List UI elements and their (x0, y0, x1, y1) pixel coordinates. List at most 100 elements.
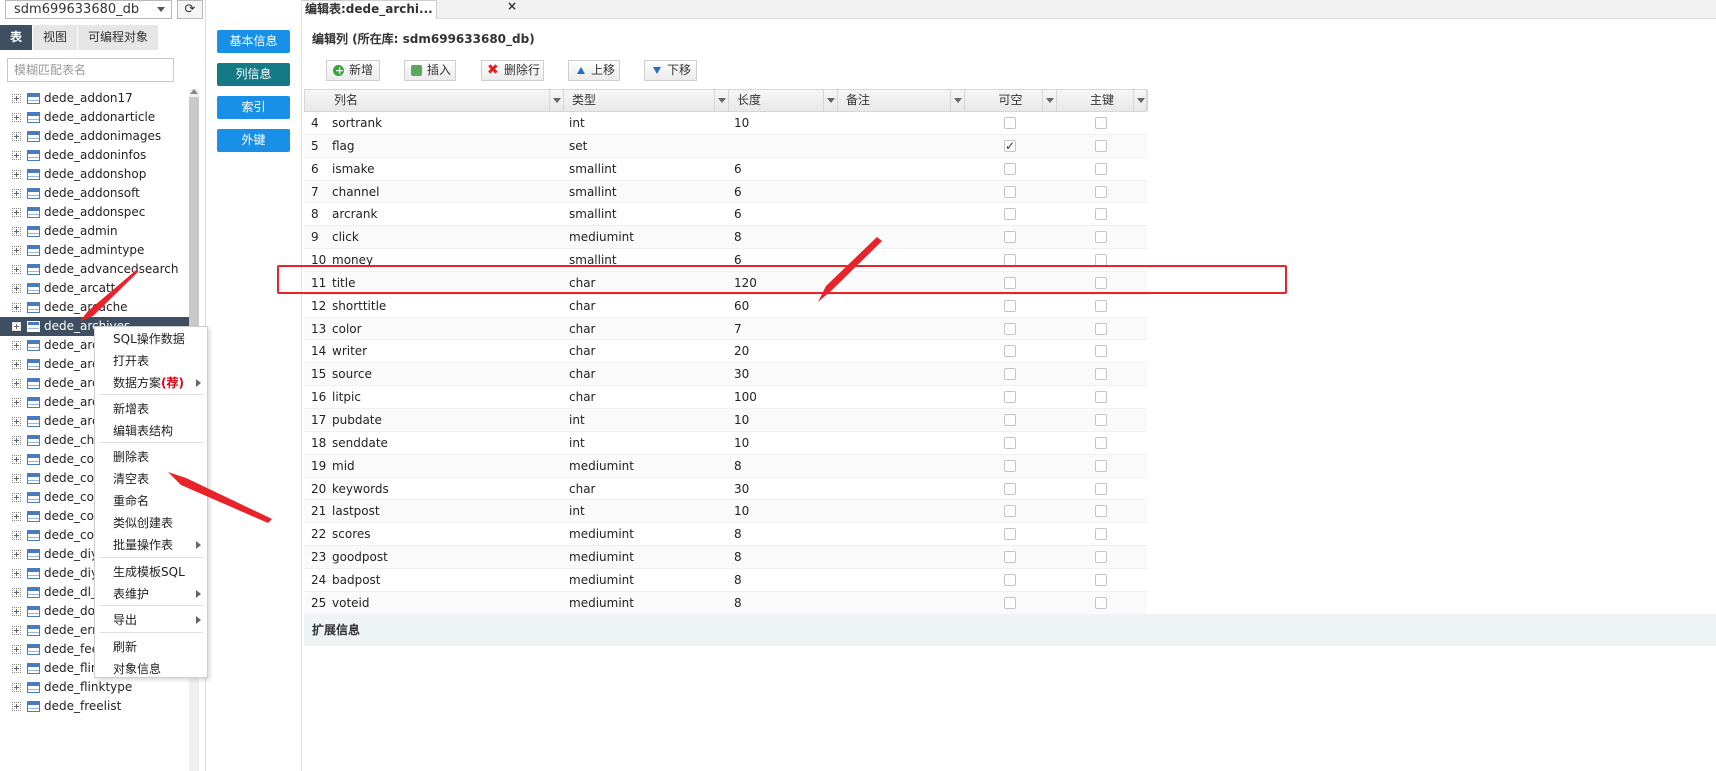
expand-icon[interactable] (12, 284, 21, 293)
column-name-cell[interactable]: litpic (332, 386, 361, 409)
table-row[interactable]: 22 scores mediumint 8 (304, 523, 1147, 547)
menu-item[interactable]: 重命名 (95, 490, 207, 512)
column-name-cell[interactable]: scores (332, 523, 371, 546)
table-row[interactable]: 10 money smallint 6 (304, 249, 1147, 272)
table-row[interactable]: 20 keywords char 30 (304, 478, 1147, 501)
nullable-checkbox[interactable] (1004, 254, 1016, 267)
tree-item-table[interactable]: dede_arcache (0, 298, 190, 317)
tree-item-table[interactable]: dede_addonarticle (0, 108, 190, 127)
column-name-cell[interactable]: flag (332, 135, 355, 158)
column-length-cell[interactable]: 6 (734, 181, 742, 204)
primary-key-checkbox[interactable] (1095, 299, 1107, 312)
column-name-cell[interactable]: source (332, 363, 372, 386)
column-type-cell[interactable]: mediumint (569, 569, 634, 592)
tree-item-table[interactable]: dede_admintype (0, 241, 190, 260)
tree-scroll-thumb[interactable] (189, 97, 199, 327)
column-name-cell[interactable]: click (332, 226, 359, 249)
expand-icon[interactable] (12, 151, 21, 160)
table-row[interactable]: 13 color char 7 (304, 317, 1147, 341)
primary-key-checkbox[interactable] (1095, 139, 1107, 152)
expand-icon[interactable] (12, 436, 21, 445)
primary-key-checkbox[interactable] (1095, 596, 1107, 609)
expand-icon[interactable] (12, 550, 21, 559)
table-row[interactable]: 8 arcrank smallint 6 (304, 203, 1147, 227)
nullable-checkbox[interactable] (1004, 345, 1016, 358)
menu-item[interactable]: 批量操作表 (95, 534, 207, 556)
table-row[interactable]: 24 badpost mediumint 8 (304, 569, 1147, 592)
column-type-cell[interactable]: char (569, 340, 596, 363)
column-name-cell[interactable]: title (332, 272, 355, 295)
move-up-button[interactable]: 上移 (568, 60, 620, 81)
delete-row-button[interactable]: ✖ 删除行 (481, 60, 544, 81)
column-type-cell[interactable]: mediumint (569, 546, 634, 569)
column-name-cell[interactable]: ismake (332, 158, 375, 181)
column-type-cell[interactable]: set (569, 135, 587, 158)
column-length-cell[interactable]: 10 (734, 432, 749, 455)
column-name-cell[interactable]: badpost (332, 569, 381, 592)
primary-key-checkbox[interactable] (1095, 528, 1107, 541)
table-row[interactable]: 4 sortrank int 10 (304, 112, 1147, 135)
table-row[interactable]: 7 channel smallint 6 (304, 180, 1147, 204)
chevron-down-icon[interactable] (714, 90, 728, 111)
menu-item[interactable]: 数据方案(荐) (95, 372, 207, 394)
menu-item[interactable]: 新增表 (95, 398, 207, 420)
nullable-checkbox[interactable] (1004, 322, 1016, 335)
expand-icon[interactable] (12, 588, 21, 597)
column-type-cell[interactable]: char (569, 272, 596, 295)
table-row[interactable]: 6 ismake smallint 6 (304, 158, 1147, 181)
expand-icon[interactable] (12, 132, 21, 141)
column-length-cell[interactable]: 100 (734, 386, 757, 409)
refresh-button[interactable]: ⟳ (177, 0, 203, 19)
expand-icon[interactable] (12, 227, 21, 236)
expand-icon[interactable] (12, 322, 21, 331)
menu-item[interactable]: 打开表 (95, 350, 207, 372)
primary-key-checkbox[interactable] (1095, 276, 1107, 289)
column-type-cell[interactable]: mediumint (569, 455, 634, 478)
nullable-checkbox[interactable] (1004, 436, 1016, 449)
scroll-up-arrow-icon[interactable] (190, 89, 198, 94)
table-row[interactable]: 9 click mediumint 8 (304, 226, 1147, 250)
tree-item-table[interactable]: dede_admin (0, 222, 190, 241)
column-type-cell[interactable]: char (569, 295, 596, 318)
nullable-checkbox[interactable] (1004, 135, 1016, 158)
expand-icon[interactable] (12, 303, 21, 312)
column-type-cell[interactable]: char (569, 363, 596, 386)
table-row[interactable]: 25 voteid mediumint 8 (304, 591, 1147, 615)
table-row[interactable]: 11 title char 120 (304, 271, 1147, 295)
expand-icon[interactable] (12, 493, 21, 502)
tab-views[interactable]: 视图 (33, 25, 78, 50)
tree-item-table[interactable]: dede_addonspec (0, 203, 190, 222)
expand-icon[interactable] (12, 208, 21, 217)
column-length-cell[interactable]: 10 (734, 500, 749, 523)
primary-key-checkbox[interactable] (1095, 322, 1107, 335)
menu-item[interactable]: 编辑表结构 (95, 420, 207, 442)
chevron-down-icon[interactable] (823, 90, 837, 111)
tab-programmable[interactable]: 可编程对象 (78, 25, 159, 50)
chevron-down-icon[interactable] (1133, 90, 1147, 111)
extended-info-section[interactable]: 扩展信息 (304, 614, 1716, 646)
primary-key-checkbox[interactable] (1095, 345, 1107, 358)
primary-key-checkbox[interactable] (1095, 551, 1107, 564)
section-basic-info-button[interactable]: 基本信息 (217, 30, 290, 53)
primary-key-checkbox[interactable] (1095, 162, 1107, 175)
expand-icon[interactable] (12, 455, 21, 464)
table-row[interactable]: 12 shorttitle char 60 (304, 295, 1147, 318)
column-length-cell[interactable]: 6 (734, 203, 742, 226)
menu-item[interactable]: SQL操作数据 (95, 328, 207, 350)
chevron-down-icon[interactable] (549, 90, 563, 111)
nullable-checkbox[interactable] (1004, 231, 1016, 244)
nullable-checkbox[interactable] (1004, 368, 1016, 381)
column-length-cell[interactable]: 8 (734, 455, 742, 478)
column-length-cell[interactable]: 30 (734, 363, 749, 386)
menu-item[interactable]: 删除表 (95, 446, 207, 468)
nullable-checkbox[interactable] (1004, 299, 1016, 312)
primary-key-checkbox[interactable] (1095, 231, 1107, 244)
insert-column-button[interactable]: 插入 (404, 60, 456, 81)
primary-key-checkbox[interactable] (1095, 391, 1107, 404)
section-columns-button[interactable]: 列信息 (217, 63, 290, 86)
nullable-checkbox[interactable] (1004, 505, 1016, 518)
expand-icon[interactable] (12, 189, 21, 198)
column-type-cell[interactable]: mediumint (569, 226, 634, 249)
col-header-comment[interactable]: 备注 (838, 90, 965, 111)
tree-item-table[interactable]: dede_flinktype (0, 678, 190, 697)
